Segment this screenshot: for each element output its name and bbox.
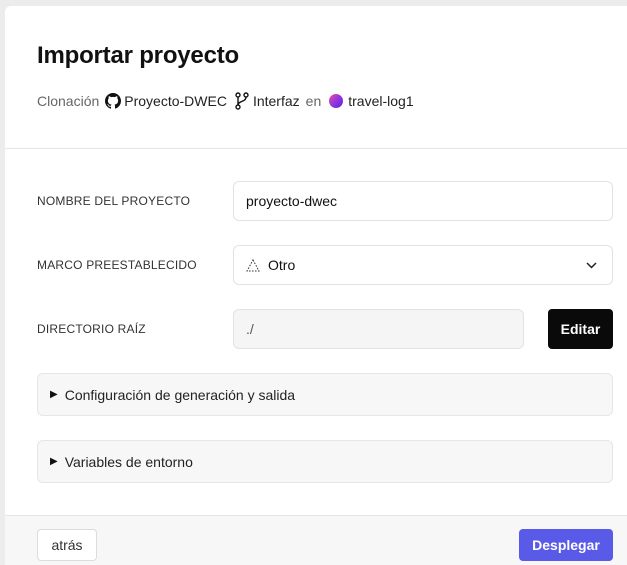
build-output-settings-label: Configuración de generación y salida — [64, 386, 296, 403]
in-label: en — [305, 93, 322, 109]
framework-label: MARCO PREESTABLECIDO — [37, 258, 197, 272]
clone-label: Clonación — [37, 93, 100, 109]
project-name-value: proyecto-dwec — [246, 193, 338, 209]
environment-variables-label: Variables de entorno — [64, 453, 193, 470]
root-dir-value: ./ — [246, 321, 254, 337]
repo-name[interactable]: Proyecto-DWEC — [124, 93, 227, 109]
card-footer: atrás Desplegar — [5, 515, 627, 565]
triangle-outline-icon — [246, 258, 260, 272]
clone-info: Clonación Proyecto-DWEC Interfaz en trav… — [37, 92, 414, 110]
root-dir-field: ./ — [233, 309, 524, 349]
framework-select[interactable]: Otro — [233, 245, 613, 285]
team-name[interactable]: travel-log1 — [348, 93, 413, 109]
deploy-button[interactable]: Desplegar — [519, 529, 613, 561]
team-avatar — [329, 94, 344, 108]
card-header: Importar proyecto Clonación Proyecto-DWE… — [5, 6, 627, 149]
chevron-down-icon — [585, 259, 598, 275]
back-button[interactable]: atrás — [37, 529, 97, 561]
framework-value: Otro — [268, 257, 296, 273]
project-name-input[interactable]: proyecto-dwec — [233, 181, 613, 221]
import-project-card: Importar proyecto Clonación Proyecto-DWE… — [5, 6, 627, 565]
caret-right-icon: ▶ — [50, 389, 58, 400]
caret-right-icon: ▶ — [50, 456, 58, 467]
git-branch-icon — [234, 92, 250, 110]
environment-variables-toggle[interactable]: ▶ Variables de entorno — [37, 440, 613, 483]
page-title: Importar proyecto — [37, 42, 239, 69]
root-dir-label: DIRECTORIO RAÍZ — [37, 322, 146, 336]
github-icon — [105, 93, 122, 109]
build-output-settings-toggle[interactable]: ▶ Configuración de generación y salida — [37, 373, 613, 416]
edit-button[interactable]: Editar — [548, 309, 613, 349]
project-name-label: NOMBRE DEL PROYECTO — [37, 194, 191, 208]
branch-name[interactable]: Interfaz — [253, 93, 300, 109]
